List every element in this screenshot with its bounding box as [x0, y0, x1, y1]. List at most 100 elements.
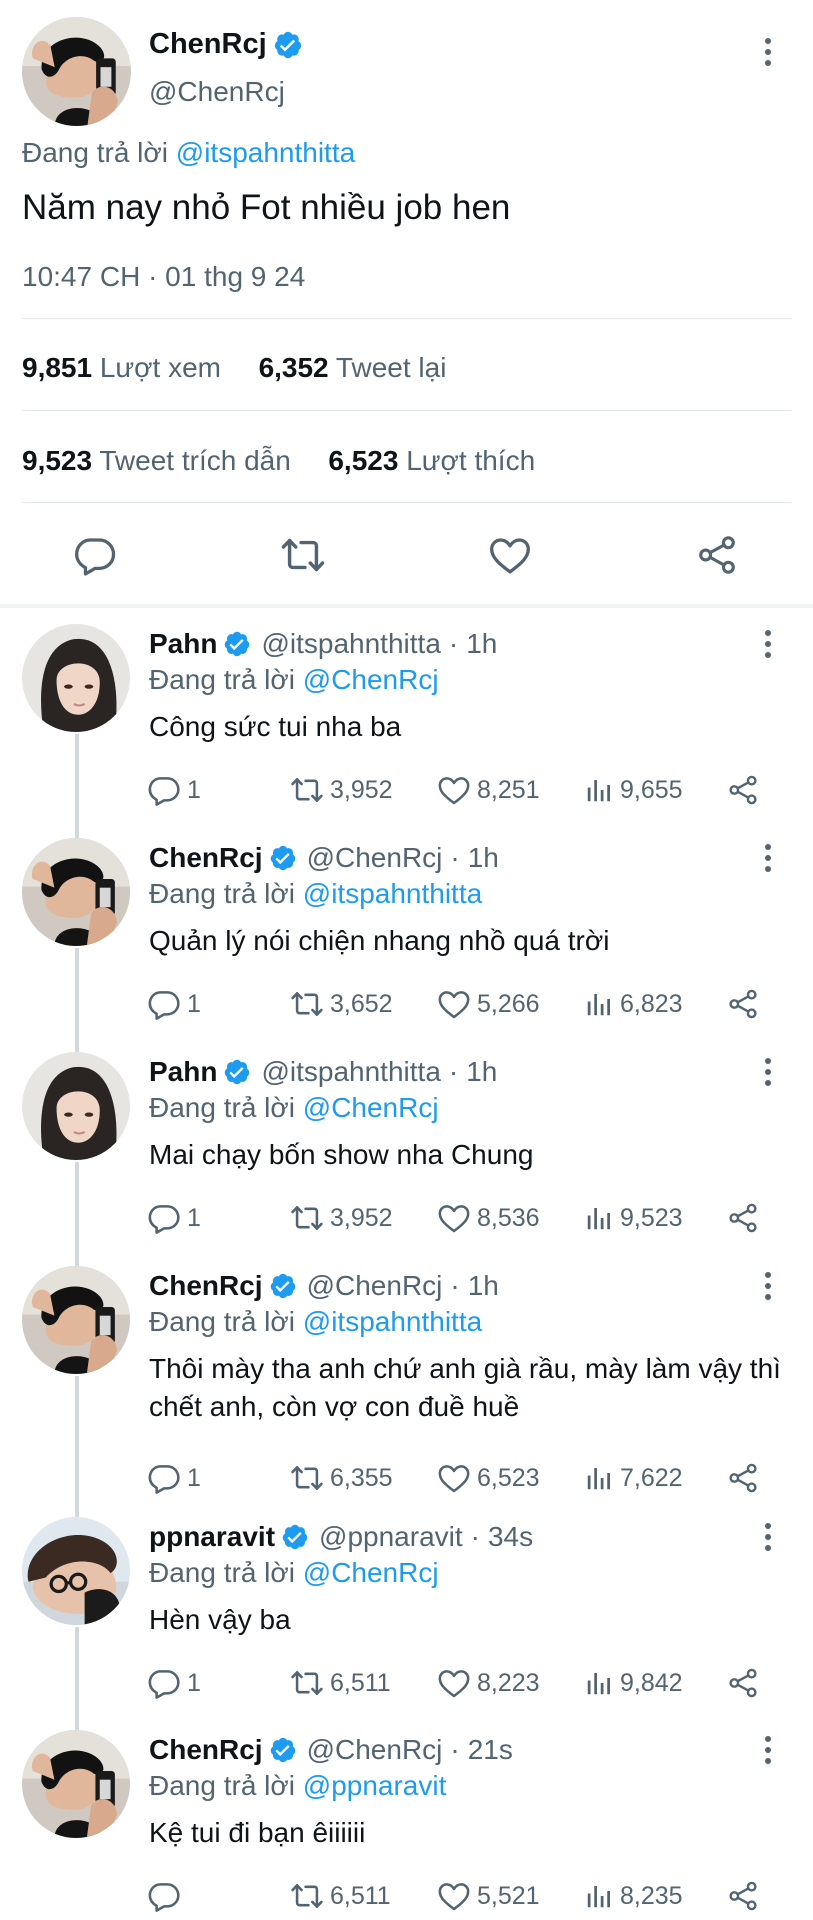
reply-button[interactable]: 1 — [147, 984, 201, 1024]
quotes-count[interactable]: 9,523 — [22, 445, 92, 476]
retweet-button[interactable]: 3,952 — [290, 1198, 393, 1238]
retweet-button[interactable] — [278, 530, 328, 580]
reply-author-handle[interactable]: @itspahnthitta — [261, 628, 440, 660]
reply-author-handle[interactable]: @ChenRcj — [307, 1270, 443, 1302]
share-button[interactable] — [727, 1876, 765, 1916]
more-icon[interactable] — [758, 624, 778, 664]
views-button[interactable]: 9,655 — [584, 770, 683, 810]
retweets-count[interactable]: 6,352 — [259, 352, 329, 383]
author-handle[interactable]: @ChenRcj — [149, 76, 285, 108]
retweet-button[interactable]: 6,511 — [290, 1663, 391, 1703]
more-icon[interactable] — [758, 1052, 778, 1092]
reply-avatar[interactable] — [22, 1730, 130, 1838]
reply-button[interactable]: 1 — [147, 1458, 201, 1498]
like-button[interactable] — [485, 530, 535, 580]
reply-avatar[interactable] — [22, 838, 130, 946]
reply-button[interactable] — [70, 530, 120, 580]
replying-to-mention[interactable]: @ChenRcj — [303, 1092, 439, 1123]
reply-author-handle[interactable]: @itspahnthitta — [261, 1056, 440, 1088]
like-button[interactable]: 8,536 — [437, 1198, 540, 1238]
reply-button[interactable]: 1 — [147, 1198, 201, 1238]
replying-to-mention[interactable]: @itspahnthitta — [303, 878, 482, 909]
share-button[interactable] — [727, 1663, 765, 1703]
like-button[interactable]: 8,251 — [437, 770, 540, 810]
reply-author-name[interactable]: ChenRcj — [149, 1270, 263, 1302]
likes-label[interactable]: Lượt thích — [406, 445, 535, 476]
reply-author-name[interactable]: ChenRcj — [149, 842, 263, 874]
verified-badge-icon — [273, 30, 303, 60]
reply-button[interactable] — [147, 1876, 187, 1916]
reply-tweet[interactable]: Pahn @itspahnthitta · 1h Đang trả lời @C… — [0, 1038, 813, 1248]
likes-count[interactable]: 6,523 — [328, 445, 398, 476]
retweet-icon — [290, 773, 324, 807]
quotes-label[interactable]: Tweet trích dẫn — [99, 445, 290, 476]
replying-to: Đang trả lời @ChenRcj — [149, 1557, 439, 1589]
more-icon[interactable] — [758, 1730, 778, 1770]
reply-time[interactable]: 21s — [468, 1734, 513, 1766]
reply-tweet[interactable]: ChenRcj @ChenRcj · 1h Đang trả lời @itsp… — [0, 824, 813, 1034]
views-button[interactable]: 7,622 — [584, 1458, 683, 1498]
like-button[interactable]: 8,223 — [437, 1663, 540, 1703]
share-button[interactable] — [727, 1198, 765, 1238]
reply-time[interactable]: 1h — [468, 842, 499, 874]
views-icon — [584, 1881, 614, 1911]
reply-author-handle[interactable]: @ChenRcj — [307, 842, 443, 874]
replying-to-mention[interactable]: @itspahnthitta — [303, 1306, 482, 1337]
reply-button[interactable]: 1 — [147, 1663, 201, 1703]
reply-icon — [147, 773, 181, 807]
retweet-button[interactable]: 6,511 — [290, 1876, 391, 1916]
author-name[interactable]: ChenRcj — [149, 28, 267, 61]
author-avatar[interactable] — [22, 17, 131, 126]
share-icon — [727, 1667, 759, 1699]
reply-author-name[interactable]: Pahn — [149, 628, 217, 660]
retweet-button[interactable]: 3,952 — [290, 770, 393, 810]
reply-author-handle[interactable]: @ChenRcj — [307, 1734, 443, 1766]
replying-to-mention[interactable]: @ChenRcj — [303, 664, 439, 695]
more-icon[interactable] — [758, 32, 778, 72]
replying-to-mention[interactable]: @ppnaravit — [303, 1770, 447, 1801]
share-button[interactable] — [727, 770, 765, 810]
reply-button[interactable]: 1 — [147, 770, 201, 810]
reply-time[interactable]: 1h — [466, 1056, 497, 1088]
replying-to-mention[interactable]: @itspahnthitta — [176, 137, 355, 168]
reply-time[interactable]: 1h — [466, 628, 497, 660]
share-button[interactable] — [692, 530, 742, 580]
reply-author-name[interactable]: ppnaravit — [149, 1521, 275, 1553]
retweet-button[interactable]: 3,652 — [290, 984, 393, 1024]
replying-to-mention[interactable]: @ChenRcj — [303, 1557, 439, 1588]
reply-tweet[interactable]: ChenRcj @ChenRcj · 1h Đang trả lời @itsp… — [0, 1252, 813, 1462]
reply-time[interactable]: 1h — [468, 1270, 499, 1302]
share-button[interactable] — [727, 1458, 765, 1498]
views-button[interactable]: 9,523 — [584, 1198, 683, 1238]
tweet-timestamp[interactable]: 10:47 CH · 01 thg 9 24 — [22, 261, 305, 293]
reply-actions: 6,511 5,521 8,235 — [0, 1876, 813, 1916]
reply-author-name[interactable]: ChenRcj — [149, 1734, 263, 1766]
reply-time[interactable]: 34s — [488, 1521, 533, 1553]
like-icon — [488, 533, 532, 577]
share-button[interactable] — [727, 984, 765, 1024]
replying-to-label: Đang trả lời — [149, 1770, 295, 1801]
views-button[interactable]: 6,823 — [584, 984, 683, 1024]
more-icon[interactable] — [758, 838, 778, 878]
views-button[interactable]: 9,842 — [584, 1663, 683, 1703]
replying-to: Đang trả lời @ChenRcj — [149, 664, 439, 696]
reply-avatar[interactable] — [22, 1052, 130, 1160]
more-icon[interactable] — [758, 1266, 778, 1306]
more-icon[interactable] — [758, 1517, 778, 1557]
reply-author-name[interactable]: Pahn — [149, 1056, 217, 1088]
divider — [22, 502, 792, 503]
reply-tweet[interactable]: ppnaravit @ppnaravit · 34s Đang trả lời … — [0, 1503, 813, 1713]
reply-tweet[interactable]: ChenRcj @ChenRcj · 21s Đang trả lời @ppn… — [0, 1716, 813, 1920]
views-button[interactable]: 8,235 — [584, 1876, 683, 1916]
like-button[interactable]: 6,523 — [437, 1458, 540, 1498]
reply-avatar[interactable] — [22, 624, 130, 732]
replying-to-label: Đang trả lời — [149, 878, 295, 909]
retweet-button[interactable]: 6,355 — [290, 1458, 393, 1498]
like-button[interactable]: 5,521 — [437, 1876, 540, 1916]
reply-tweet[interactable]: Pahn @itspahnthitta · 1h Đang trả lời @C… — [0, 610, 813, 820]
reply-author-handle[interactable]: @ppnaravit — [319, 1521, 463, 1553]
reply-avatar[interactable] — [22, 1517, 130, 1625]
like-button[interactable]: 5,266 — [437, 984, 540, 1024]
reply-avatar[interactable] — [22, 1266, 130, 1374]
retweets-label[interactable]: Tweet lại — [336, 352, 447, 383]
